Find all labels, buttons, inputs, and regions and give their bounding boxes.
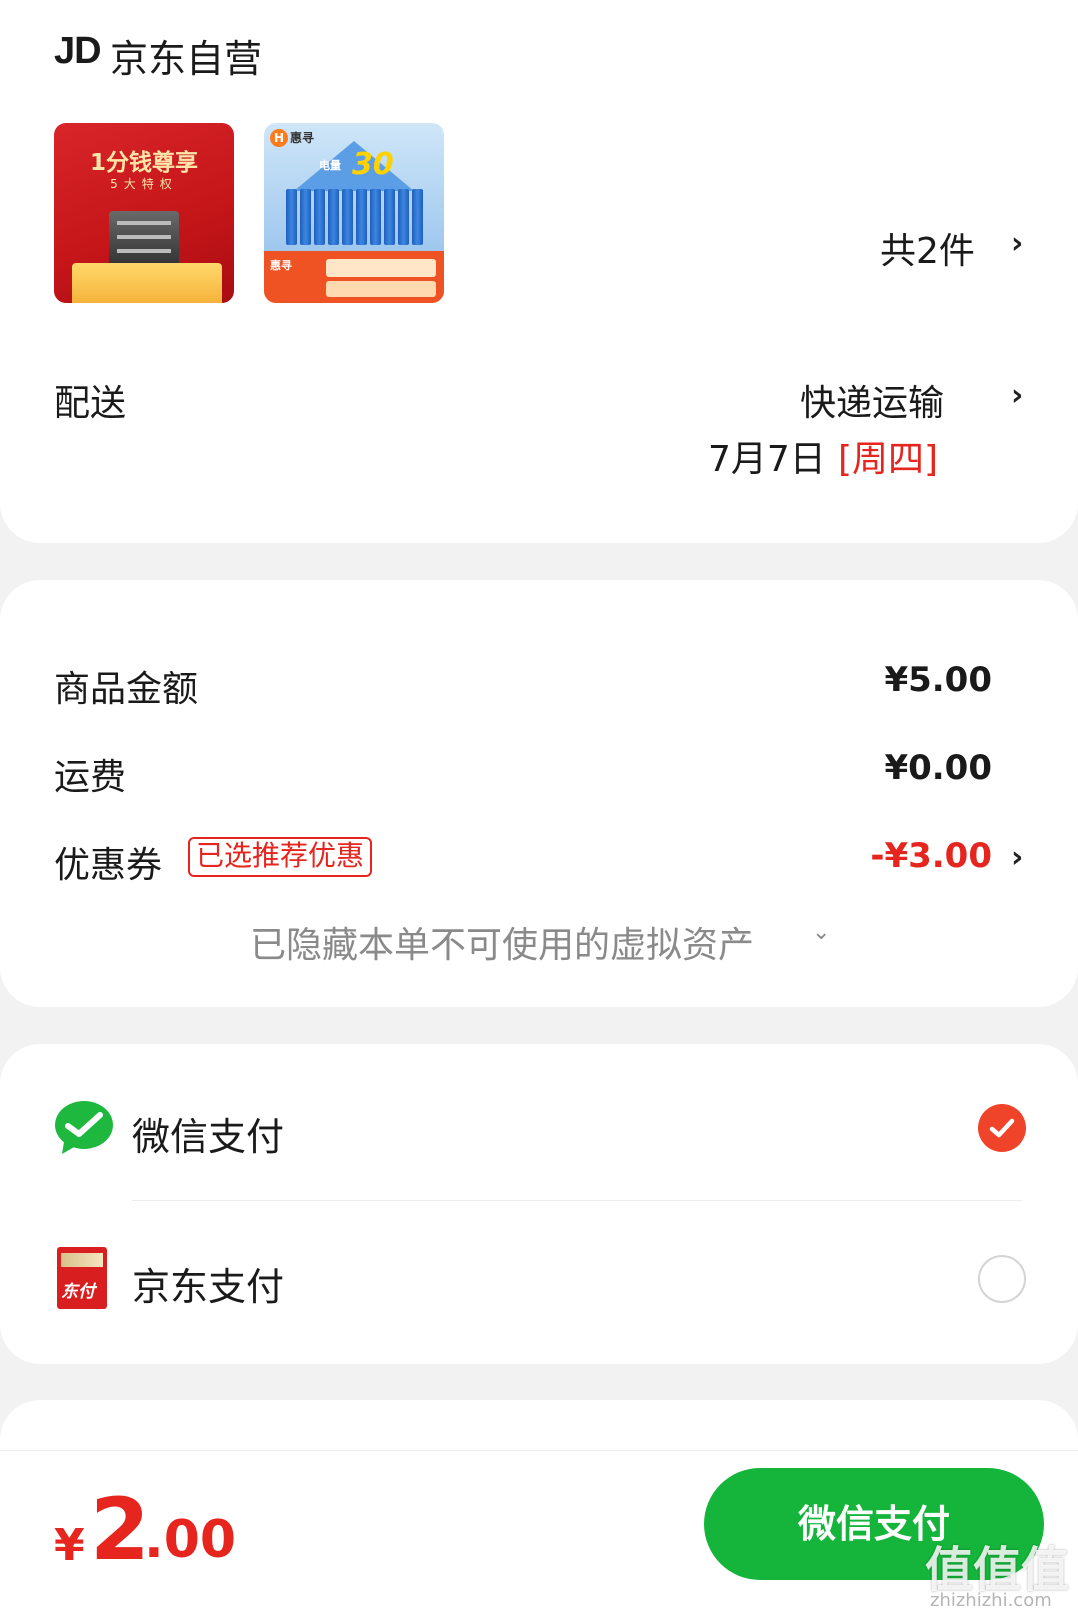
battery-image	[342, 189, 353, 245]
battery-image	[286, 189, 297, 245]
jd-logo-icon: JD	[54, 30, 102, 72]
power-label: 电量	[319, 159, 341, 172]
shipping-fee-label: 运费	[54, 757, 127, 798]
goods-amount-value: ¥5.00	[884, 660, 992, 700]
promo-brand: 惠寻	[270, 259, 292, 272]
delivery-date: 7月7日	[708, 439, 826, 480]
thumbnail-subtitle: 5大特权	[110, 177, 178, 191]
hidden-assets-toggle[interactable]: 已隐藏本单不可使用的虚拟资产	[250, 916, 754, 968]
promo-tag	[326, 281, 436, 297]
percent-figure: 30	[352, 147, 394, 182]
promo-tag	[326, 259, 436, 277]
watermark-url: zhizhizhi.com	[930, 1590, 1052, 1611]
coupon-tag-badge: 已选推荐优惠	[188, 837, 373, 877]
gift-box-image	[72, 263, 222, 303]
payment-card	[0, 1044, 1078, 1364]
battery-image	[314, 189, 325, 245]
delivery-label: 配送	[54, 383, 127, 424]
chevron-right-icon[interactable]: ›	[1011, 226, 1023, 261]
shipping-fee-value: ¥0.00	[884, 748, 992, 788]
brand-logo-icon: H	[270, 129, 288, 147]
total-amount-decimal: .00	[144, 1510, 237, 1570]
jd-pay-icon-bar	[61, 1253, 103, 1267]
product-thumbnail-2[interactable]: H 惠寻 电量 30 惠寻	[264, 123, 444, 303]
goods-amount-label: 商品金额	[54, 669, 199, 710]
jd-pay-icon-text: 东付	[61, 1282, 95, 1302]
battery-image	[398, 189, 409, 245]
item-count[interactable]: 共2件	[880, 222, 975, 274]
battery-image	[300, 189, 311, 245]
chevron-down-icon[interactable]: ⌄	[812, 920, 830, 945]
thumbnail-title: 1分钱尊享	[89, 150, 198, 176]
total-amount-integer: 2	[90, 1480, 150, 1580]
wechat-pay-label[interactable]: 微信支付	[132, 1106, 284, 1161]
battery-image	[412, 189, 423, 245]
product-thumbnail-1[interactable]: 1分钱尊享 5大特权	[54, 123, 234, 303]
shop-name[interactable]: 京东自营	[110, 28, 262, 83]
wechat-pay-icon	[54, 1098, 114, 1158]
chevron-right-icon[interactable]: ›	[1011, 840, 1023, 875]
chevron-right-icon[interactable]: ›	[1011, 378, 1023, 413]
promo-band: 惠寻	[264, 251, 444, 303]
wechat-pay-radio-selected[interactable]	[978, 1104, 1026, 1152]
battery-image	[370, 189, 381, 245]
jd-pay-label[interactable]: 京东支付	[132, 1256, 284, 1311]
delivery-method[interactable]: 快递运输	[800, 374, 944, 426]
battery-image	[384, 189, 395, 245]
jd-pay-icon: 东付	[57, 1247, 107, 1309]
jd-pay-radio[interactable]	[978, 1255, 1026, 1303]
coupon-discount-value[interactable]: -¥3.00	[870, 836, 992, 876]
delivery-weekday: [周四]	[838, 439, 939, 480]
coupon-label: 优惠券	[54, 845, 163, 886]
battery-image	[328, 189, 339, 245]
divider	[132, 1200, 1022, 1201]
total-currency-symbol: ¥	[54, 1520, 85, 1571]
battery-image	[356, 189, 367, 245]
